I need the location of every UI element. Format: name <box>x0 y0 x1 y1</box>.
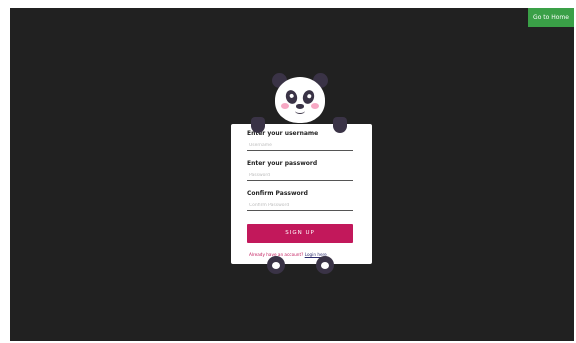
panda-paw-icon <box>251 117 265 133</box>
panda-paw-icon <box>267 256 285 274</box>
password-input[interactable] <box>247 171 353 181</box>
confirm-password-group: Confirm Password <box>247 190 353 211</box>
signup-button[interactable]: SIGN UP <box>247 224 353 243</box>
signup-card: Enter your username Enter your password … <box>231 124 372 264</box>
confirm-password-input[interactable] <box>247 201 353 211</box>
panda-paw-icon <box>316 256 334 274</box>
panda-face <box>275 77 325 123</box>
panda-head-icon <box>271 73 329 128</box>
password-group: Enter your password <box>247 160 353 181</box>
username-group: Enter your username <box>247 130 353 151</box>
password-label: Enter your password <box>247 160 318 167</box>
login-prompt: Already have an account? Login here <box>249 252 327 257</box>
confirm-password-label: Confirm Password <box>247 190 308 197</box>
username-input[interactable] <box>247 141 353 151</box>
go-to-home-button[interactable]: Go to Home <box>528 8 574 27</box>
panda-mouth <box>295 108 305 114</box>
panda-blush-left <box>281 103 289 109</box>
panda-blush-right <box>311 103 319 109</box>
panda-paw-icon <box>333 117 347 133</box>
